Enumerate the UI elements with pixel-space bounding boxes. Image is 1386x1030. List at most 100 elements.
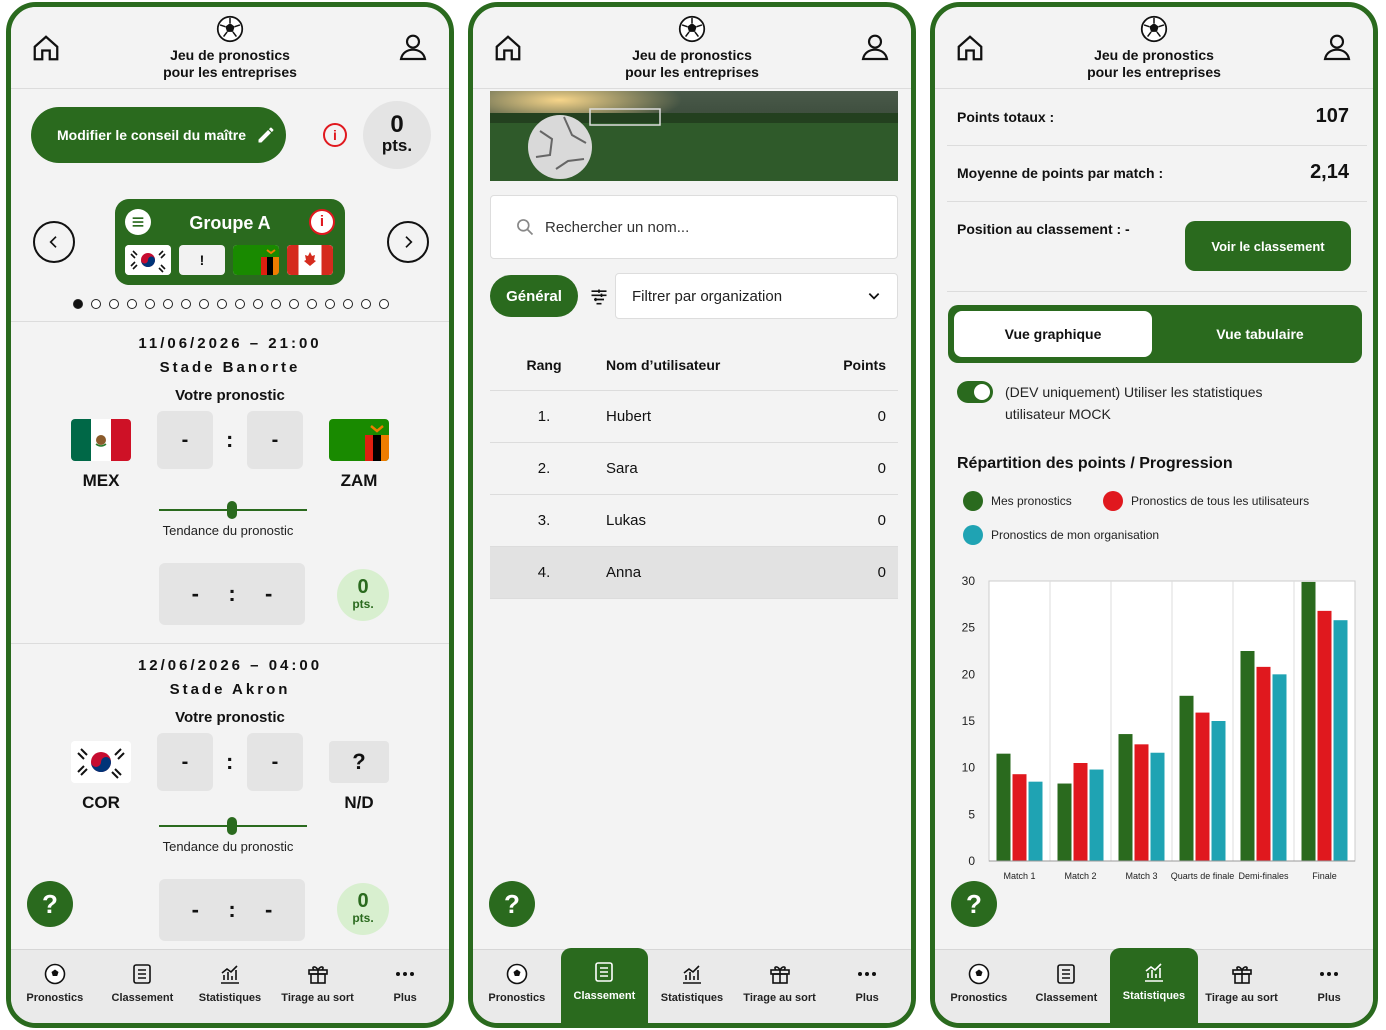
pager-dot[interactable] xyxy=(271,299,281,309)
title-line-1: Jeu de pronostics xyxy=(632,47,752,63)
table-row[interactable]: 3. Lukas 0 xyxy=(490,495,898,547)
pager-dot[interactable] xyxy=(109,299,119,309)
prev-group-button[interactable] xyxy=(33,221,75,263)
bottom-nav: Pronostics Classement Statistiques Tirag… xyxy=(935,948,1373,1023)
column-username[interactable]: Nom d’utilisateur xyxy=(598,357,818,373)
y-tick-label: 20 xyxy=(962,667,976,681)
trend-label: Tendance du pronostic xyxy=(162,839,294,854)
mock-stats-toggle[interactable] xyxy=(957,381,993,403)
nav-classement[interactable]: Classement xyxy=(1023,950,1111,1023)
nav-pronostics[interactable]: Pronostics xyxy=(11,950,99,1023)
user-icon[interactable] xyxy=(397,31,429,63)
flag-mexico xyxy=(71,419,131,461)
title-line-1: Jeu de pronostics xyxy=(1094,47,1214,63)
y-tick-label: 30 xyxy=(962,574,976,588)
nav-classement[interactable]: Classement xyxy=(99,950,187,1023)
pager-dot[interactable] xyxy=(181,299,191,309)
table-row-selected[interactable]: 4. Anna 0 xyxy=(490,547,898,599)
view-ranking-button[interactable]: Voir le classement xyxy=(1185,221,1351,271)
nav-statistiques[interactable]: Statistiques xyxy=(1110,948,1198,1023)
pager-dot[interactable] xyxy=(217,299,227,309)
nav-tirage[interactable]: Tirage au sort xyxy=(736,950,824,1023)
pager-dot[interactable] xyxy=(127,299,137,309)
pager-dot[interactable] xyxy=(289,299,299,309)
nav-statistiques[interactable]: Statistiques xyxy=(648,950,736,1023)
user-icon[interactable] xyxy=(859,31,891,63)
modify-advice-button[interactable]: Modifier le conseil du maître xyxy=(31,107,286,163)
table-row[interactable]: 1. Hubert 0 xyxy=(490,391,898,443)
view-tabs: Vue graphique Vue tabulaire xyxy=(948,305,1362,363)
table-row[interactable]: 2. Sara 0 xyxy=(490,443,898,495)
away-team-code: N/D xyxy=(344,793,374,812)
prediction-trend-slider[interactable] xyxy=(159,501,307,519)
pager-dot[interactable] xyxy=(91,299,101,309)
pager-dot[interactable] xyxy=(379,299,389,309)
organization-select[interactable]: Filtrer par organization xyxy=(615,273,898,319)
nav-label: Classement xyxy=(573,990,636,1002)
pager-dot[interactable] xyxy=(361,299,371,309)
info-icon[interactable]: i xyxy=(323,123,347,147)
legend-label: Pronostics de tous les utilisateurs xyxy=(1131,494,1310,508)
divider xyxy=(947,291,1367,292)
pager-dot[interactable] xyxy=(253,299,263,309)
nav-plus[interactable]: Plus xyxy=(361,950,449,1023)
tab-graphique[interactable]: Vue graphique xyxy=(954,311,1152,357)
away-score-input[interactable]: - xyxy=(247,411,303,469)
nav-label: Tirage au sort xyxy=(1205,992,1278,1004)
bar xyxy=(1134,744,1149,861)
title-line-1: Jeu de pronostics xyxy=(170,47,290,63)
away-score-input[interactable]: - xyxy=(247,733,303,791)
pager-dot[interactable] xyxy=(145,299,155,309)
prediction-trend-slider[interactable] xyxy=(159,817,307,835)
column-points[interactable]: Points xyxy=(818,357,898,373)
pager-dot[interactable] xyxy=(73,299,83,309)
soccer-ball-icon xyxy=(506,963,528,985)
help-button[interactable]: ? xyxy=(489,881,535,927)
group-pager[interactable] xyxy=(73,299,389,309)
slider-handle[interactable] xyxy=(227,817,237,835)
total-points-label: Points totaux : xyxy=(957,109,1055,125)
more-icon xyxy=(858,972,877,976)
pager-dot[interactable] xyxy=(343,299,353,309)
next-group-button[interactable] xyxy=(387,221,429,263)
y-tick-label: 10 xyxy=(962,761,976,775)
pager-dot[interactable] xyxy=(235,299,245,309)
result-away: - xyxy=(264,897,273,922)
slider-handle[interactable] xyxy=(227,501,237,519)
row-name: Lukas xyxy=(606,512,647,529)
nav-pronostics[interactable]: Pronostics xyxy=(473,950,561,1023)
list-icon xyxy=(133,964,152,984)
nav-plus[interactable]: Plus xyxy=(823,950,911,1023)
tab-tabulaire[interactable]: Vue tabulaire xyxy=(1158,311,1362,357)
row-rank: 4. xyxy=(537,564,551,581)
help-button[interactable]: ? xyxy=(27,881,73,927)
help-button[interactable]: ? xyxy=(951,881,997,927)
home-team-code: MEX xyxy=(82,471,120,490)
bar xyxy=(996,753,1011,861)
bar xyxy=(1179,695,1194,861)
organization-select-placeholder: Filtrer par organization xyxy=(632,287,783,305)
pager-dot[interactable] xyxy=(325,299,335,309)
nav-classement[interactable]: Classement xyxy=(560,948,649,1023)
nav-label: Plus xyxy=(1317,992,1341,1004)
legend-item-all: Pronostics de tous les utilisateurs xyxy=(1103,491,1309,511)
nav-plus[interactable]: Plus xyxy=(1285,950,1373,1023)
soccer-ball-icon xyxy=(968,963,990,985)
nav-statistiques[interactable]: Statistiques xyxy=(186,950,274,1023)
pager-dot[interactable] xyxy=(307,299,317,309)
nav-label: Tirage au sort xyxy=(743,992,816,1004)
user-icon[interactable] xyxy=(1321,31,1353,63)
pager-dot[interactable] xyxy=(163,299,173,309)
group-info-icon[interactable]: i xyxy=(309,209,335,235)
pager-dot[interactable] xyxy=(199,299,209,309)
nav-pronostics[interactable]: Pronostics xyxy=(935,950,1023,1023)
column-rank[interactable]: Rang xyxy=(490,357,598,373)
nav-tirage[interactable]: Tirage au sort xyxy=(274,950,362,1023)
home-score-input[interactable]: - xyxy=(157,411,213,469)
search-input[interactable]: Rechercher un nom... xyxy=(490,195,898,259)
match-points-value: 0 xyxy=(357,890,369,912)
nav-tirage[interactable]: Tirage au sort xyxy=(1198,950,1286,1023)
filter-icon[interactable] xyxy=(589,287,609,307)
home-score-input[interactable]: - xyxy=(157,733,213,791)
general-filter-button[interactable]: Général xyxy=(490,275,578,317)
